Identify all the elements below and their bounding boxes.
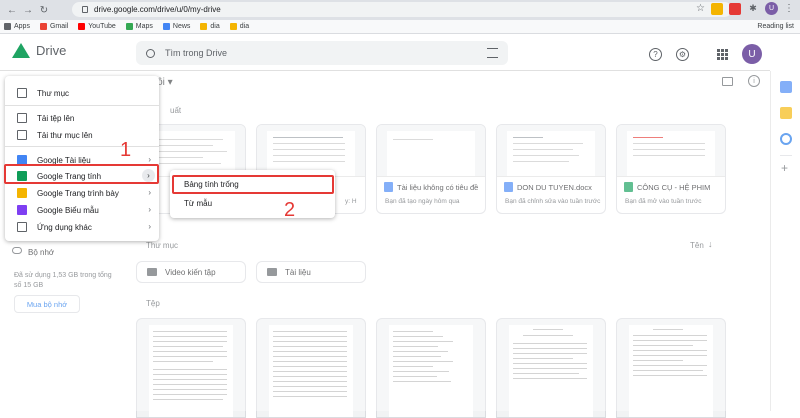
bookmark-youtube[interactable]: YouTube <box>78 23 116 30</box>
menu-item-google-forms[interactable]: Google Biểu mẫu › <box>5 202 159 218</box>
step-number-1: 1 <box>120 139 132 161</box>
address-bar[interactable]: drive.google.com/drive/u/0/my-drive <box>72 2 732 17</box>
chevron-right-icon: › <box>148 205 151 214</box>
menu-item-more-apps[interactable]: Ứng dụng khác › <box>5 219 159 235</box>
upload-folder-icon <box>17 130 27 140</box>
chevron-right-icon: › <box>148 155 151 164</box>
chevron-right-icon: › <box>148 222 151 231</box>
extension-icons: ☆ ✱ U ⋮ <box>696 2 794 15</box>
maps-icon <box>125 23 133 30</box>
account-avatar[interactable]: U <box>742 44 762 64</box>
header-actions: ? ⚙ U <box>649 44 762 64</box>
menu-item-label: Google Trang trình bày <box>37 188 119 198</box>
extension-icon[interactable] <box>729 2 741 15</box>
chevron-right-icon[interactable]: › <box>142 169 155 182</box>
new-folder-icon <box>17 88 27 98</box>
bookmark-news[interactable]: News <box>162 23 190 30</box>
app-name: Drive <box>36 43 67 58</box>
star-icon[interactable]: ☆ <box>696 3 705 14</box>
menu-item-upload-file[interactable]: Tải tệp lên <box>5 110 159 126</box>
bookmark-apps[interactable]: Apps <box>4 23 30 30</box>
search-input[interactable]: Tìm trong Drive <box>136 41 508 65</box>
highlight-blank-spreadsheet <box>172 175 334 194</box>
menu-item-label: Google Biểu mẫu <box>37 205 99 215</box>
help-icon[interactable]: ? <box>649 47 662 61</box>
gmail-icon <box>39 23 47 30</box>
settings-icon[interactable]: ⚙ <box>676 47 689 61</box>
step-number-2: 2 <box>284 199 296 221</box>
more-icon[interactable]: ⋮ <box>784 3 794 14</box>
apps-grid-icon[interactable] <box>717 48 728 60</box>
drive-logo[interactable]: Drive <box>12 43 66 58</box>
bookmark-dia-1[interactable]: dia <box>200 23 220 30</box>
highlight-google-sheets <box>4 164 159 184</box>
slides-icon <box>17 188 27 198</box>
back-icon[interactable]: ← <box>4 2 20 18</box>
menu-item-upload-folder[interactable]: Tải thư mục lên <box>5 127 159 143</box>
chevron-right-icon: › <box>148 188 151 197</box>
browser-profile-avatar[interactable]: U <box>765 2 778 15</box>
more-apps-icon <box>17 222 27 232</box>
puzzle-icon[interactable]: ✱ <box>747 3 759 15</box>
upload-file-icon <box>17 113 27 123</box>
youtube-icon <box>78 23 86 30</box>
menu-item-folder[interactable]: Thư mục <box>5 85 159 101</box>
menu-divider <box>5 146 159 147</box>
menu-divider <box>5 105 159 106</box>
dia-icon <box>229 23 237 30</box>
bookmarks-bar: Apps Gmail YouTube Maps News dia dia Rea… <box>0 20 800 34</box>
search-options-icon[interactable] <box>487 48 498 58</box>
bookmark-maps[interactable]: Maps <box>125 23 153 30</box>
drive-header: Drive Tìm trong Drive ? ⚙ U <box>0 35 770 71</box>
drive-logo-icon <box>12 43 30 58</box>
menu-item-label: Tải tệp lên <box>37 113 75 123</box>
new-menu: Thư mục Tải tệp lên Tải thư mục lên Goog… <box>5 76 159 241</box>
forward-icon[interactable]: → <box>20 2 36 18</box>
dia-icon <box>200 23 208 30</box>
bookmark-gmail[interactable]: Gmail <box>39 23 68 30</box>
submenu-item-from-template[interactable]: Từ mẫu <box>184 199 212 208</box>
browser-toolbar: ← → ↻ drive.google.com/drive/u/0/my-driv… <box>0 0 800 20</box>
reading-list[interactable]: Reading list <box>757 23 794 30</box>
search-icon[interactable] <box>146 48 155 58</box>
lock-icon <box>82 6 88 13</box>
url-text: drive.google.com/drive/u/0/my-drive <box>94 5 221 14</box>
menu-item-google-slides[interactable]: Google Trang trình bày › <box>5 185 159 201</box>
menu-item-label: Ứng dụng khác <box>37 222 92 232</box>
forms-icon <box>17 205 27 215</box>
extension-icon[interactable] <box>711 2 723 15</box>
apps-icon <box>4 23 11 30</box>
bookmark-dia-2[interactable]: dia <box>229 23 249 30</box>
news-icon <box>162 23 170 30</box>
search-placeholder: Tìm trong Drive <box>165 48 228 58</box>
menu-item-label: Tải thư mục lên <box>37 130 93 140</box>
reload-icon[interactable]: ↻ <box>36 2 52 18</box>
menu-item-label: Thư mục <box>37 88 70 98</box>
